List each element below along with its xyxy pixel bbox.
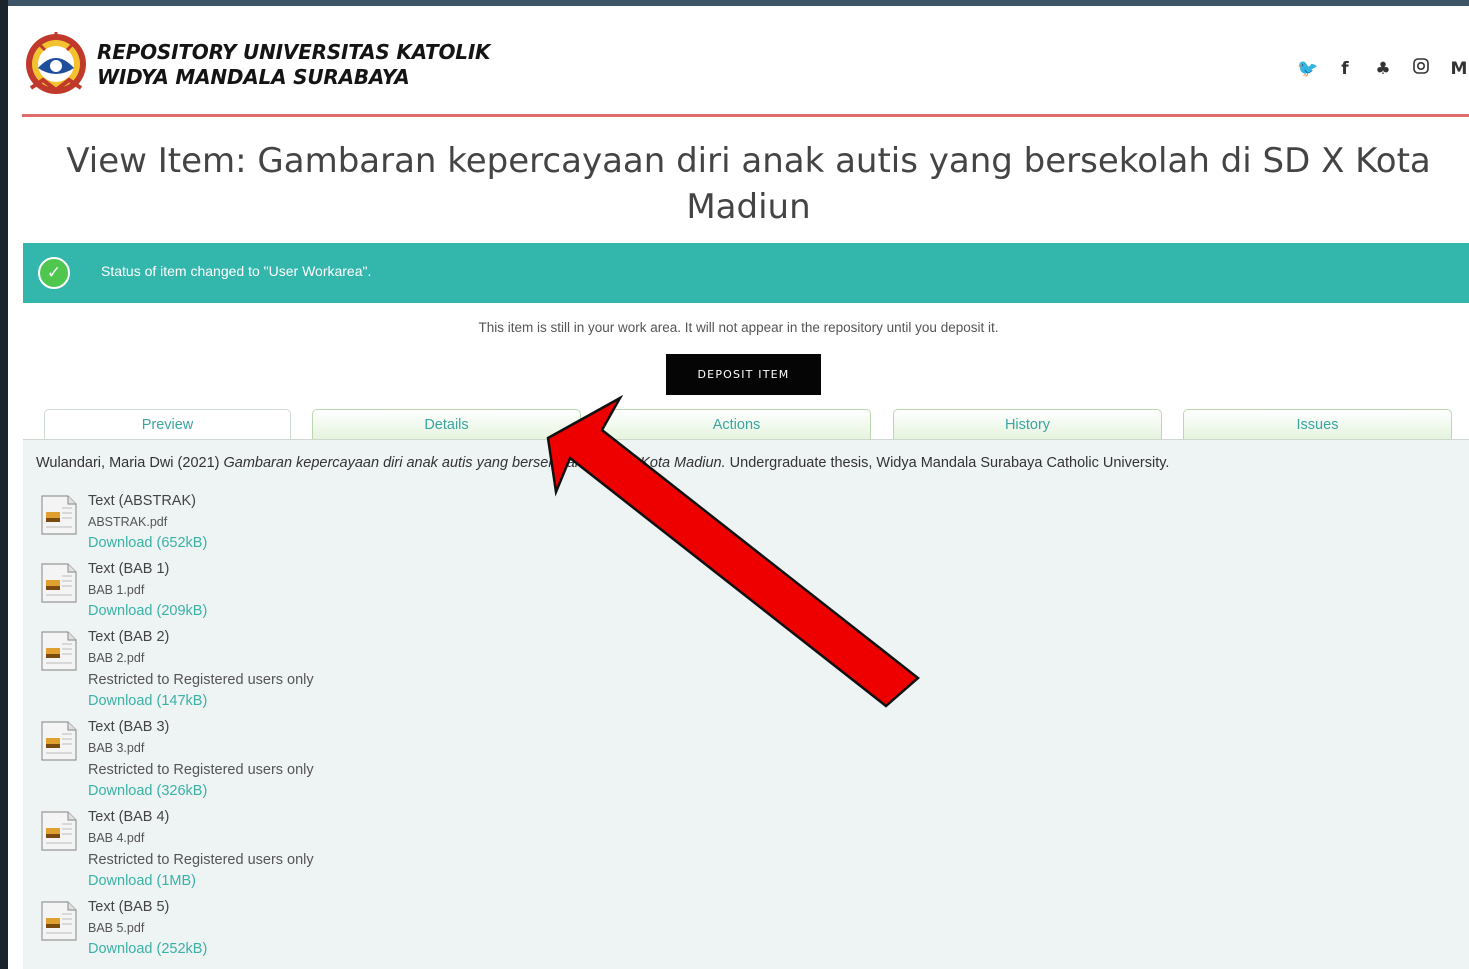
document-icon[interactable] — [40, 494, 78, 536]
document-icon[interactable] — [40, 810, 78, 852]
document-item: Text (BAB 2) BAB 2.pdf Restricted to Reg… — [40, 627, 314, 712]
header-divider — [22, 114, 1469, 117]
download-link[interactable]: Download (652kB) — [88, 533, 314, 554]
document-type: Text (BAB 3) — [88, 719, 170, 735]
download-link[interactable]: Download (252kB) — [88, 939, 314, 960]
document-icon[interactable] — [40, 562, 78, 604]
document-filename: ABSTRAK.pdf — [88, 515, 168, 529]
document-item: Text (BAB 3) BAB 3.pdf Restricted to Reg… — [40, 717, 314, 802]
tab-issues[interactable]: Issues — [1183, 409, 1452, 441]
status-message: ✓ Status of item changed to "User Workar… — [23, 243, 1469, 303]
page: REPOSITORY UNIVERSITAS KATOLIK WIDYA MAN… — [8, 6, 1469, 969]
tab-history[interactable]: History — [893, 409, 1162, 441]
document-type: Text (BAB 4) — [88, 809, 170, 825]
item-tabs: Preview Details Actions History Issues — [23, 409, 1469, 442]
document-item: Text (BAB 4) BAB 4.pdf Restricted to Reg… — [40, 807, 314, 892]
tab-preview[interactable]: Preview — [44, 409, 291, 442]
page-title: View Item: Gambaran kepercayaan diri ana… — [66, 141, 1431, 227]
workarea-note: This item is still in your work area. It… — [478, 320, 999, 335]
document-filename: BAB 5.pdf — [88, 921, 145, 935]
social-links: 🐦 f ♣ M — [1297, 58, 1469, 79]
citation: Wulandari, Maria Dwi (2021) Gambaran kep… — [36, 455, 1456, 471]
document-filename: BAB 1.pdf — [88, 583, 145, 597]
tab-actions[interactable]: Actions — [602, 409, 871, 441]
twitter-icon[interactable]: 🐦 — [1297, 59, 1318, 79]
download-link[interactable]: Download (1MB) — [88, 871, 314, 892]
tab-details[interactable]: Details — [312, 409, 581, 441]
site-header: REPOSITORY UNIVERSITAS KATOLIK WIDYA MAN… — [8, 6, 1469, 114]
download-link[interactable]: Download (326kB) — [88, 781, 314, 802]
instagram-icon[interactable] — [1411, 58, 1431, 79]
brand-line-1: REPOSITORY UNIVERSITAS KATOLIK — [97, 40, 491, 64]
download-link[interactable]: Download (147kB) — [88, 691, 314, 712]
citation-authors: Wulandari, Maria Dwi (2021) — [36, 455, 224, 471]
document-filename: BAB 2.pdf — [88, 651, 145, 665]
document-type: Text (BAB 2) — [88, 629, 170, 645]
document-filename: BAB 3.pdf — [88, 741, 145, 755]
document-type: Text (BAB 1) — [88, 561, 170, 577]
citation-title: Gambaran kepercayaan diri anak autis yan… — [223, 455, 726, 471]
download-link[interactable]: Download (209kB) — [88, 601, 314, 622]
document-type: Text (ABSTRAK) — [88, 493, 196, 509]
restriction-note: Restricted to Registered users only — [88, 762, 314, 778]
document-icon[interactable] — [40, 630, 78, 672]
window-left-edge — [0, 0, 8, 969]
citation-rest: Undergraduate thesis, Widya Mandala Sura… — [725, 455, 1170, 471]
deposit-item-button[interactable]: DEPOSIT ITEM — [666, 354, 821, 395]
document-item: Text (BAB 5) BAB 5.pdf Download (252kB) — [40, 897, 314, 960]
facebook-icon[interactable]: f — [1335, 59, 1355, 79]
brand-line-2: WIDYA MANDALA SURABAYA — [97, 65, 410, 89]
university-logo[interactable] — [23, 28, 89, 100]
restriction-note: Restricted to Registered users only — [88, 852, 314, 868]
document-type: Text (BAB 5) — [88, 899, 170, 915]
snapchat-icon[interactable]: ♣ — [1373, 59, 1393, 79]
site-brand[interactable]: REPOSITORY UNIVERSITAS KATOLIK WIDYA MAN… — [97, 40, 491, 90]
document-list: Text (ABSTRAK) ABSTRAK.pdf Download (652… — [40, 491, 314, 965]
preview-panel: Wulandari, Maria Dwi (2021) Gambaran kep… — [23, 440, 1469, 969]
document-icon[interactable] — [40, 900, 78, 942]
status-text: Status of item changed to "User Workarea… — [101, 263, 372, 279]
check-icon: ✓ — [38, 257, 70, 289]
document-icon[interactable] — [40, 720, 78, 762]
restriction-note: Restricted to Registered users only — [88, 672, 314, 688]
document-item: Text (ABSTRAK) ABSTRAK.pdf Download (652… — [40, 491, 314, 554]
document-item: Text (BAB 1) BAB 1.pdf Download (209kB) — [40, 559, 314, 622]
document-filename: BAB 4.pdf — [88, 831, 145, 845]
medium-icon[interactable]: M — [1449, 59, 1469, 79]
